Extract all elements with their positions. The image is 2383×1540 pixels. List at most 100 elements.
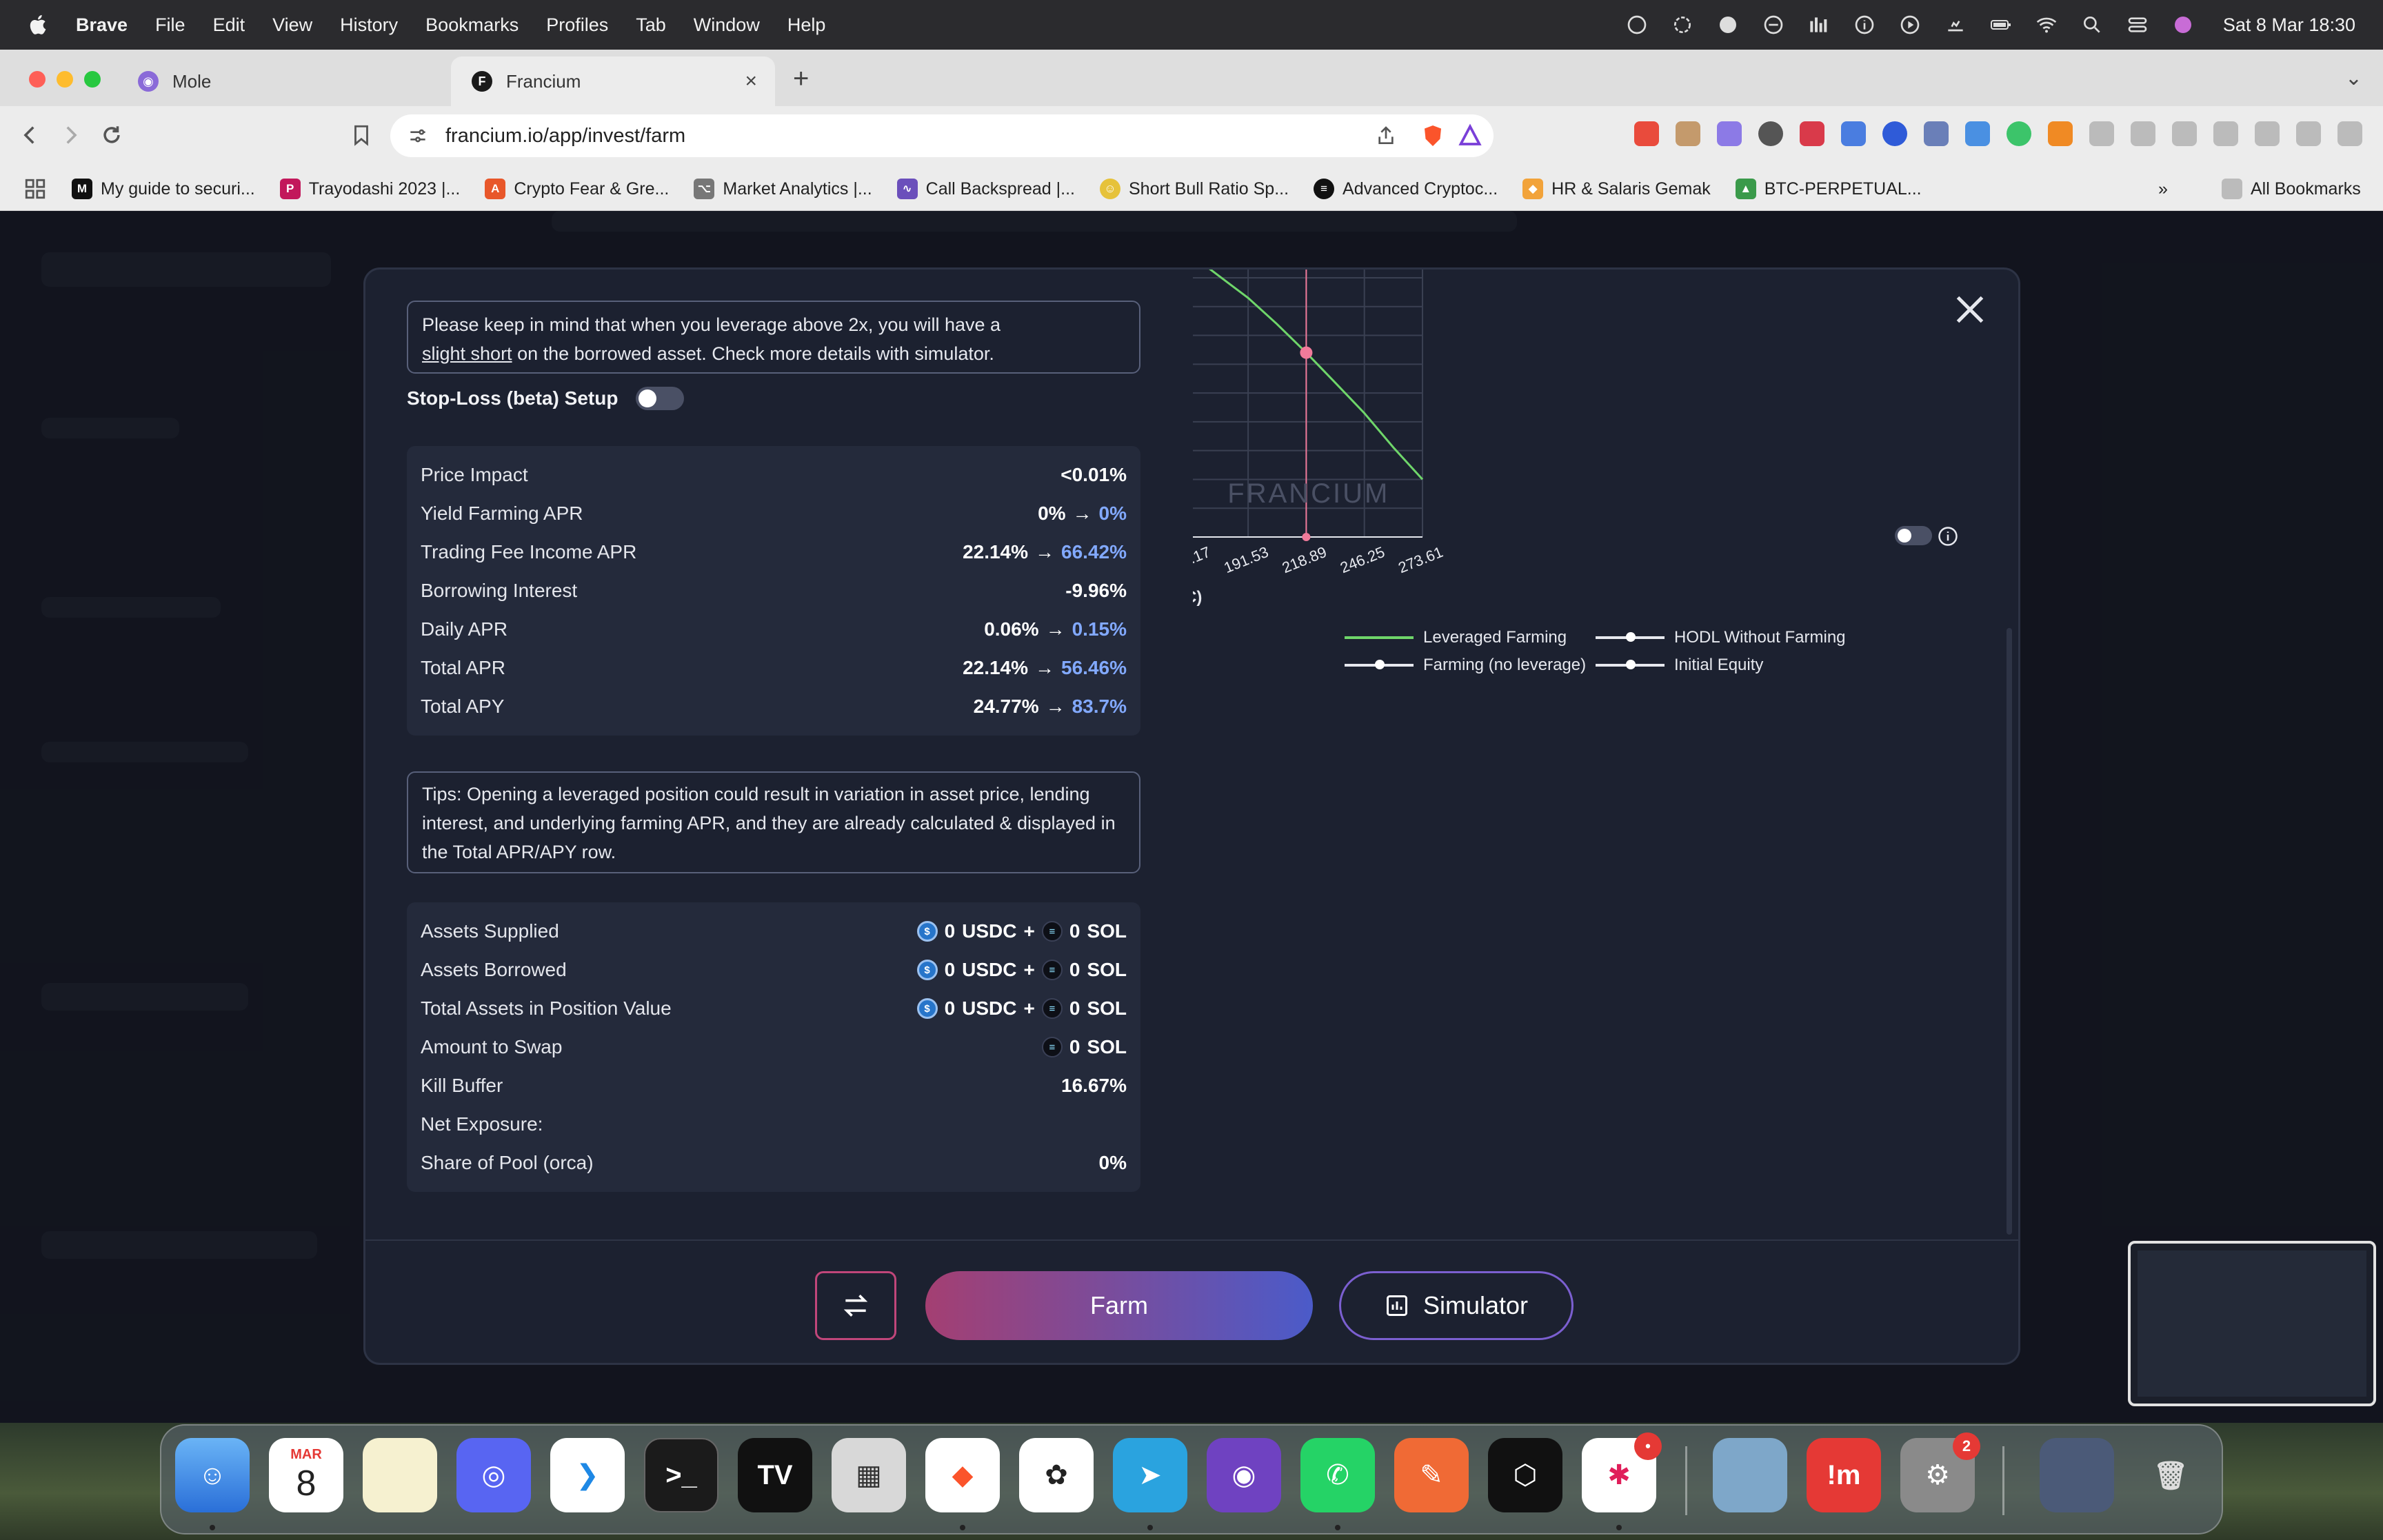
- extension-icon[interactable]: [1800, 121, 1824, 146]
- apple-menu-icon[interactable]: [26, 12, 51, 37]
- stop-loss-toggle[interactable]: [636, 387, 685, 410]
- legend-farming-no-leverage[interactable]: Farming (no leverage): [1345, 656, 1586, 675]
- play-tray-icon[interactable]: [1898, 14, 1922, 35]
- spotlight-search-icon[interactable]: [2080, 14, 2104, 35]
- control-center-icon[interactable]: [2125, 14, 2150, 35]
- menu-app-name[interactable]: Brave: [76, 14, 128, 36]
- bookmark-item[interactable]: ▲ BTC-PERPETUAL...: [1735, 179, 1922, 199]
- extensions-puzzle-icon[interactable]: [2089, 121, 2114, 146]
- wallet-icon[interactable]: [2213, 121, 2238, 146]
- system-settings-icon[interactable]: ⚙ 2: [1900, 1432, 1980, 1512]
- bookmark-item[interactable]: M My guide to securi...: [72, 179, 255, 199]
- preview-icon[interactable]: [1713, 1438, 1787, 1512]
- finder-icon[interactable]: ☺: [175, 1438, 250, 1512]
- menu-profiles[interactable]: Profiles: [546, 14, 608, 36]
- swap-direction-button[interactable]: [815, 1271, 896, 1340]
- minimize-window-button[interactable]: [57, 71, 73, 88]
- tab-search-chevron-icon[interactable]: ⌄: [2345, 66, 2362, 90]
- share-icon[interactable]: [1375, 125, 1397, 147]
- legend-initial-equity[interactable]: Initial Equity: [1596, 656, 1763, 675]
- sidebar-toggle-icon[interactable]: [2172, 121, 2197, 146]
- menu-help[interactable]: Help: [787, 14, 826, 36]
- farm-button[interactable]: Farm: [925, 1271, 1313, 1340]
- menu-tab[interactable]: Tab: [636, 14, 666, 36]
- menu-bookmarks[interactable]: Bookmarks: [425, 14, 519, 36]
- bookmark-item[interactable]: ≡ Advanced Cryptoc...: [1314, 179, 1498, 199]
- bookmark-item[interactable]: P Trayodashi 2023 |...: [279, 179, 460, 199]
- metamask-extension-icon[interactable]: [2048, 121, 2073, 146]
- bookmark-item[interactable]: ☺ Short Bull Ratio Sp...: [1099, 179, 1289, 199]
- extension-icon[interactable]: [1924, 121, 1949, 146]
- bookmark-item[interactable]: ∿ Call Backspread |...: [896, 179, 1075, 199]
- menu-window[interactable]: Window: [694, 14, 760, 36]
- extension-icon[interactable]: [1634, 121, 1659, 146]
- zoom-window-button[interactable]: [84, 71, 101, 88]
- more-bookmarks-chevron-icon[interactable]: »: [2158, 179, 2168, 199]
- new-tab-icon[interactable]: +: [793, 63, 809, 94]
- back-icon[interactable]: [14, 119, 47, 152]
- weather-tray-icon[interactable]: [1943, 14, 1968, 35]
- menu-view[interactable]: View: [272, 14, 312, 36]
- extension-icon[interactable]: [2007, 121, 2031, 146]
- vpn-icon[interactable]: [2296, 121, 2321, 146]
- chart-toggle[interactable]: [1895, 526, 1932, 545]
- mail-alert-icon[interactable]: !m: [1807, 1438, 1881, 1512]
- slight-short-link[interactable]: slight short: [422, 343, 512, 364]
- discord-icon[interactable]: ◎: [456, 1438, 531, 1512]
- chatgpt-icon[interactable]: ✿: [1019, 1438, 1094, 1512]
- site-settings-icon[interactable]: [407, 125, 429, 147]
- downloads-folder-icon[interactable]: [2040, 1438, 2114, 1512]
- bookmark-item[interactable]: ◆ HR & Salaris Gemak: [1522, 179, 1711, 199]
- whatsapp-icon[interactable]: ✆: [1300, 1438, 1375, 1512]
- tab-mole[interactable]: ◉ Mole: [117, 57, 448, 106]
- all-bookmarks-folder[interactable]: All Bookmarks: [2222, 179, 2361, 199]
- brave-icon[interactable]: ◆: [925, 1438, 1000, 1512]
- info-icon[interactable]: [1938, 526, 1958, 547]
- battery-icon[interactable]: [1989, 14, 2013, 35]
- bookmark-page-icon[interactable]: [345, 119, 378, 152]
- brave-shields-icon[interactable]: [1420, 123, 1445, 148]
- leo-ai-icon[interactable]: [2255, 121, 2280, 146]
- tradingview-icon[interactable]: TV: [738, 1438, 812, 1512]
- chatgpt-tray-icon[interactable]: [1625, 14, 1649, 35]
- extension-icon[interactable]: [1965, 121, 1990, 146]
- simulator-button[interactable]: Simulator: [1339, 1271, 1573, 1340]
- do-not-disturb-icon[interactable]: [1761, 14, 1786, 35]
- forward-icon[interactable]: [54, 119, 87, 152]
- vscode-icon[interactable]: ❯: [550, 1438, 625, 1512]
- media-controls-icon[interactable]: [2131, 121, 2155, 146]
- app-tray-icon[interactable]: [1716, 14, 1740, 35]
- legend-leveraged-farming[interactable]: Leveraged Farming: [1345, 628, 1567, 647]
- extension-icon[interactable]: [1758, 121, 1783, 146]
- bookmark-item[interactable]: ⌥ Market Analytics |...: [694, 179, 872, 199]
- terminal-icon[interactable]: >_: [644, 1438, 718, 1512]
- apps-grid-icon[interactable]: [23, 177, 47, 201]
- postman-icon[interactable]: ✎: [1394, 1438, 1469, 1512]
- telegram-icon[interactable]: ➤: [1113, 1438, 1187, 1512]
- extension-icon[interactable]: [1676, 121, 1700, 146]
- close-window-button[interactable]: [29, 71, 46, 88]
- stats-tray-icon[interactable]: [1807, 14, 1831, 35]
- reload-icon[interactable]: [95, 119, 128, 152]
- tab-francium[interactable]: F Francium ×: [451, 57, 775, 106]
- box-app-icon[interactable]: ⬡: [1488, 1438, 1562, 1512]
- notes-icon[interactable]: [363, 1438, 437, 1512]
- legend-hodl[interactable]: HODL Without Farming: [1596, 628, 1846, 647]
- trash-icon[interactable]: 🗑: [2133, 1438, 2208, 1512]
- close-tab-icon[interactable]: ×: [745, 70, 757, 93]
- menu-edit[interactable]: Edit: [213, 14, 245, 36]
- extension-icon[interactable]: [1717, 121, 1742, 146]
- screenshot-thumbnail[interactable]: [2128, 1241, 2376, 1406]
- openai-tray-icon[interactable]: [1670, 14, 1695, 35]
- brave-rewards-icon[interactable]: [1458, 123, 1482, 148]
- calculator-icon[interactable]: ▦: [832, 1438, 906, 1512]
- github-desktop-icon[interactable]: ◉: [1207, 1438, 1281, 1512]
- menu-file[interactable]: File: [155, 14, 185, 36]
- browser-menu-icon[interactable]: [2337, 121, 2362, 146]
- extension-icon[interactable]: [1882, 121, 1907, 146]
- info-tray-icon[interactable]: [1852, 14, 1877, 35]
- menubar-clock[interactable]: Sat 8 Mar 18:30: [2223, 14, 2355, 36]
- address-bar[interactable]: francium.io/app/invest/farm: [390, 114, 1494, 157]
- bookmark-item[interactable]: A Crypto Fear & Gre...: [485, 179, 669, 199]
- slack-icon[interactable]: ✱ •: [1582, 1432, 1662, 1512]
